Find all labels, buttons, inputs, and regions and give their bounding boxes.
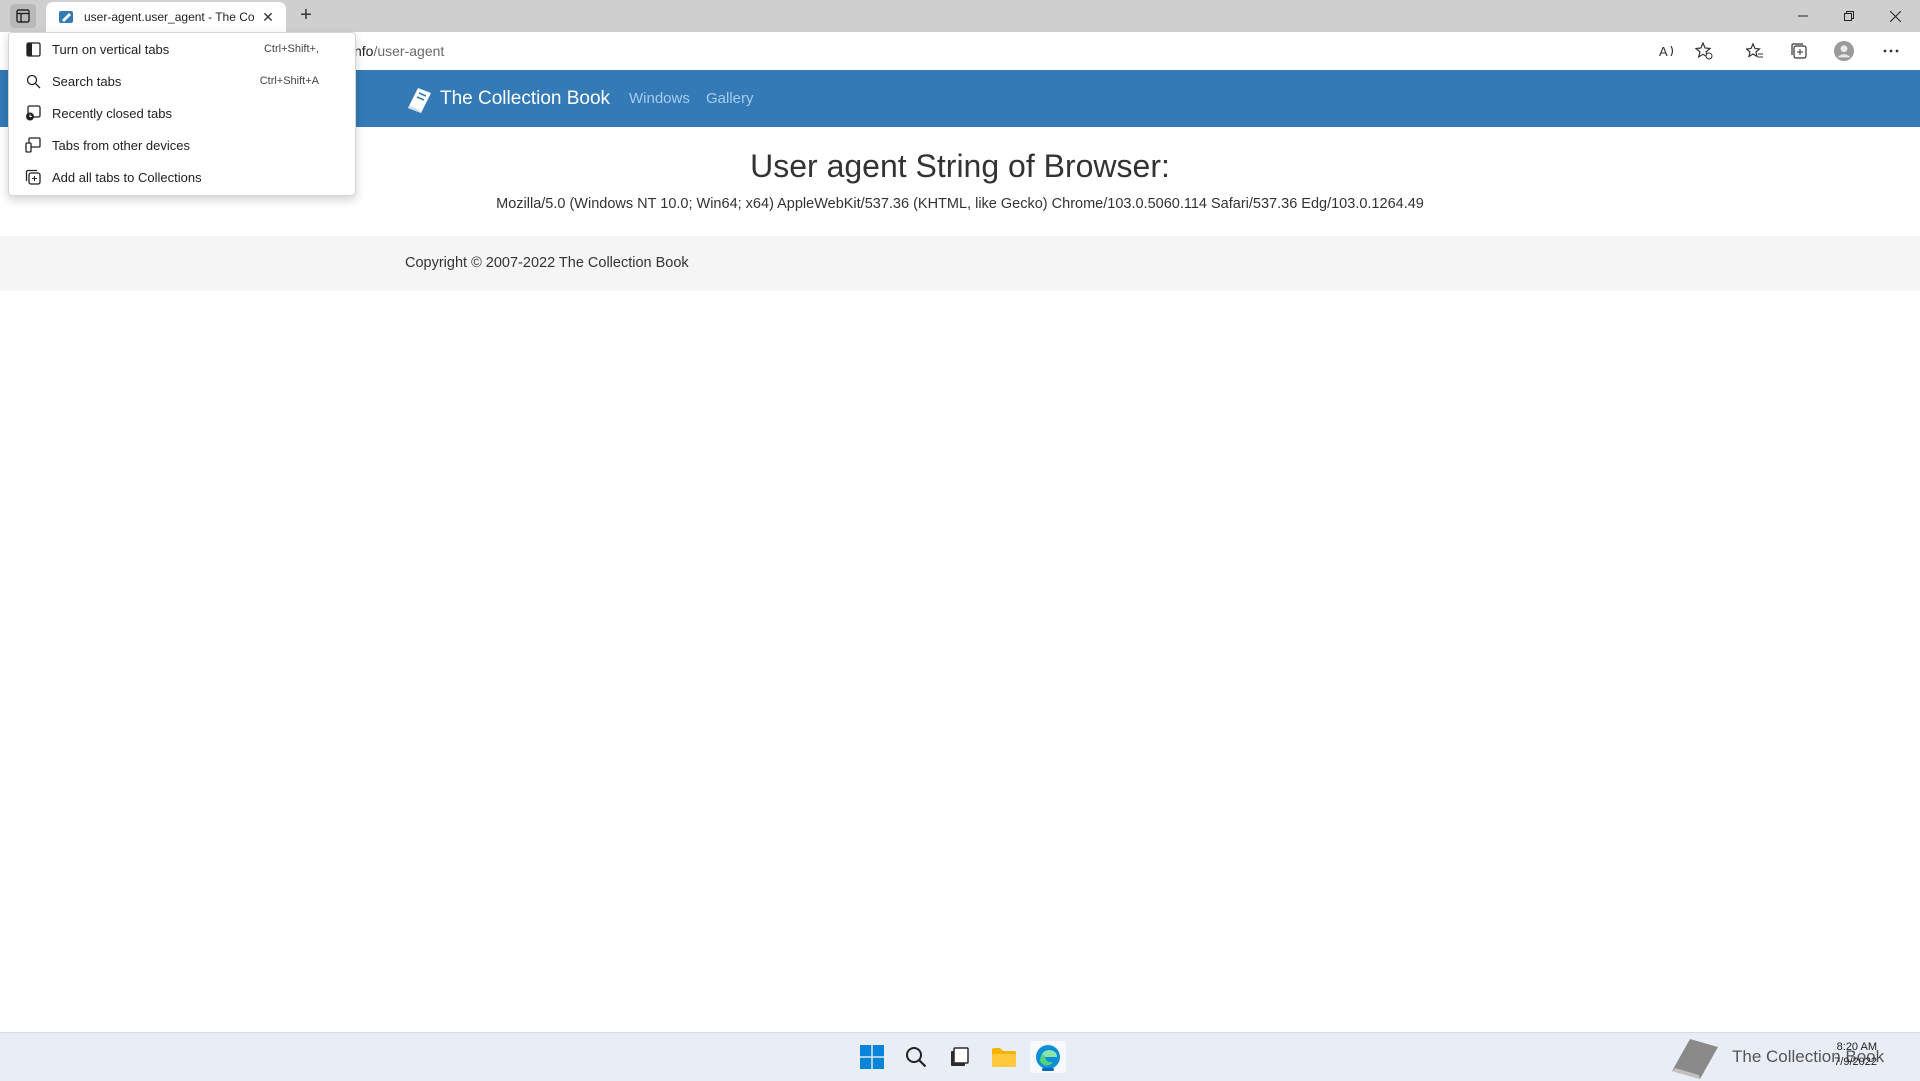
collections-icon: [1791, 43, 1807, 59]
address-bar[interactable]: nfo/user-agent: [354, 43, 444, 59]
favorites-list-icon: [1746, 42, 1763, 58]
url-host: nfo: [354, 43, 374, 59]
task-view-button[interactable]: [941, 1041, 977, 1073]
menu-item-recently-closed[interactable]: Recently closed tabs: [9, 97, 355, 129]
collection-book-watermark-icon: [1672, 1039, 1718, 1079]
menu-item-search-tabs[interactable]: Search tabs Ctrl+Shift+A: [9, 65, 355, 97]
browser-titlebar: user-agent.user_agent - The Collection B…: [0, 0, 1920, 32]
site-footer: Copyright © 2007-2022 The Collection Boo…: [0, 236, 1920, 291]
active-app-indicator: [1042, 1068, 1054, 1071]
close-tab-icon[interactable]: ✕: [260, 9, 276, 26]
read-aloud-button[interactable]: A: [1658, 41, 1678, 61]
copyright-text: Copyright © 2007-2022 The Collection Boo…: [405, 255, 689, 271]
system-clock[interactable]: 8:20 AM 7/9/2022: [1825, 1040, 1877, 1070]
nav-link-windows[interactable]: Windows: [629, 90, 690, 107]
devices-icon: [24, 136, 42, 154]
browser-tab[interactable]: user-agent.user_agent - The Collection B…: [46, 2, 286, 32]
url-path: /user-agent: [373, 43, 445, 59]
menu-item-other-devices[interactable]: Tabs from other devices: [9, 129, 355, 161]
edge-browser-icon: [1036, 1045, 1060, 1069]
user-agent-string: Mozilla/5.0 (Windows NT 10.0; Win64; x64…: [496, 196, 1424, 212]
folder-icon: [992, 1048, 1016, 1067]
clock-date: 7/9/2022: [1834, 1056, 1877, 1068]
recently-closed-icon: [24, 104, 42, 122]
menu-item-label: Tabs from other devices: [52, 137, 191, 153]
svg-text:A: A: [1659, 44, 1668, 59]
add-favorite-button[interactable]: [1694, 41, 1714, 61]
menu-item-shortcut: Ctrl+Shift+,: [263, 43, 319, 55]
more-icon: [1883, 49, 1899, 53]
menu-item-shortcut: Ctrl+Shift+A: [259, 75, 319, 87]
taskbar-search-button[interactable]: [898, 1041, 934, 1073]
restore-button[interactable]: [1826, 0, 1872, 32]
menu-item-add-to-collections[interactable]: Add all tabs to Collections: [9, 161, 355, 193]
close-icon: [1889, 10, 1901, 22]
menu-item-label: Turn on vertical tabs: [52, 41, 170, 57]
collections-add-icon: [24, 168, 42, 186]
clock-time: 8:20 AM: [1836, 1041, 1877, 1053]
new-tab-button[interactable]: +: [294, 4, 318, 28]
menu-item-label: Search tabs: [52, 73, 122, 89]
task-view-icon: [951, 1047, 969, 1066]
star-add-icon: [1695, 42, 1713, 60]
tab-title: user-agent.user_agent - The Collection B…: [84, 10, 254, 24]
minimize-icon: [1798, 15, 1808, 17]
collection-book-favicon: [59, 11, 73, 23]
start-button[interactable]: [854, 1041, 890, 1073]
restore-icon: [1844, 11, 1854, 21]
book-logo-icon: [408, 88, 431, 113]
menu-item-label: Add all tabs to Collections: [52, 169, 202, 185]
collections-button[interactable]: [1789, 41, 1809, 61]
file-explorer-button[interactable]: [986, 1041, 1022, 1073]
site-brand[interactable]: The Collection Book: [404, 84, 610, 114]
search-icon: [906, 1047, 927, 1068]
tab-actions-menu: Turn on vertical tabs Ctrl+Shift+, Searc…: [8, 32, 356, 196]
tab-actions-button[interactable]: [10, 4, 36, 28]
profile-avatar-icon: [1834, 41, 1854, 61]
tab-actions-icon: [16, 9, 30, 23]
site-brand-name: The Collection Book: [440, 88, 611, 109]
windows-taskbar: The Collection Book 8:20 AM 7/9/2022: [0, 1032, 1920, 1081]
settings-more-button[interactable]: [1881, 41, 1901, 61]
minimize-button[interactable]: [1780, 0, 1826, 32]
edge-taskbar-button[interactable]: [1030, 1041, 1066, 1073]
menu-item-vertical-tabs[interactable]: Turn on vertical tabs Ctrl+Shift+,: [9, 33, 355, 65]
close-window-button[interactable]: [1872, 0, 1918, 32]
vertical-tabs-icon: [24, 40, 42, 58]
favorites-button[interactable]: [1745, 41, 1765, 61]
search-icon: [24, 72, 42, 90]
menu-item-label: Recently closed tabs: [52, 105, 172, 121]
read-aloud-icon: A: [1659, 44, 1674, 59]
nav-link-gallery[interactable]: Gallery: [706, 90, 754, 107]
profile-button[interactable]: [1834, 41, 1854, 61]
windows-logo-icon: [860, 1045, 884, 1069]
